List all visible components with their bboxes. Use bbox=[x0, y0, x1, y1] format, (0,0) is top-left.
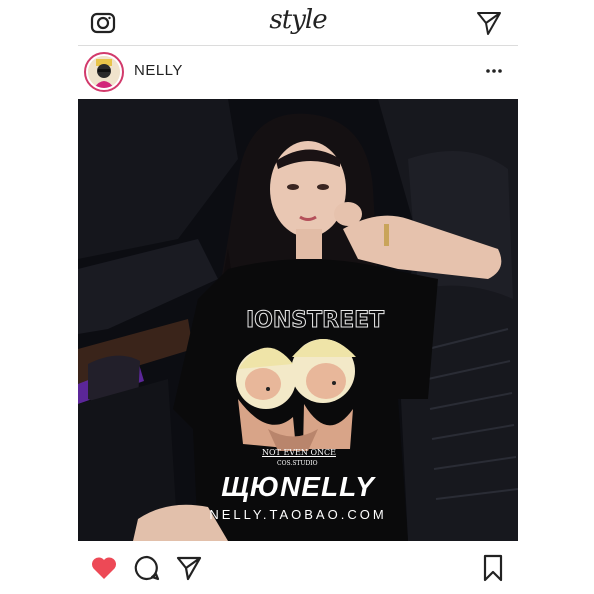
avatar[interactable] bbox=[84, 52, 124, 92]
avatar-cartoon-icon bbox=[88, 56, 120, 88]
watermark-brand: ЩЮNELLY bbox=[221, 471, 375, 502]
shirt-print-subtext: COS.STUDIO bbox=[277, 460, 318, 467]
post-username[interactable]: NELLY bbox=[134, 62, 183, 79]
app-logo[interactable]: style bbox=[78, 5, 518, 35]
svg-text:IONSTREET: IONSTREET bbox=[246, 308, 384, 333]
comment-bubble-icon[interactable] bbox=[134, 555, 160, 581]
more-dots-icon[interactable] bbox=[482, 61, 506, 81]
watermark-url: NELLY.TAOBAO.COM bbox=[209, 507, 387, 522]
bookmark-icon[interactable] bbox=[482, 554, 504, 582]
shirt-print-text: NOT EVEN ONCE bbox=[262, 448, 336, 457]
heart-filled-icon[interactable] bbox=[90, 555, 118, 581]
post-photo[interactable]: IONSTREET NOT EVEN ONCE COS.STUDIO ЩЮNEL… bbox=[78, 99, 518, 541]
paper-plane-icon[interactable] bbox=[176, 555, 202, 581]
post-header: NELLY bbox=[78, 47, 518, 99]
instagram-post-frame: style NELLY IONSTREET NOT EVEN ONCE COS.… bbox=[78, 0, 518, 594]
top-bar: style bbox=[78, 0, 518, 46]
paper-plane-icon[interactable] bbox=[476, 10, 502, 36]
post-actions bbox=[78, 548, 518, 588]
